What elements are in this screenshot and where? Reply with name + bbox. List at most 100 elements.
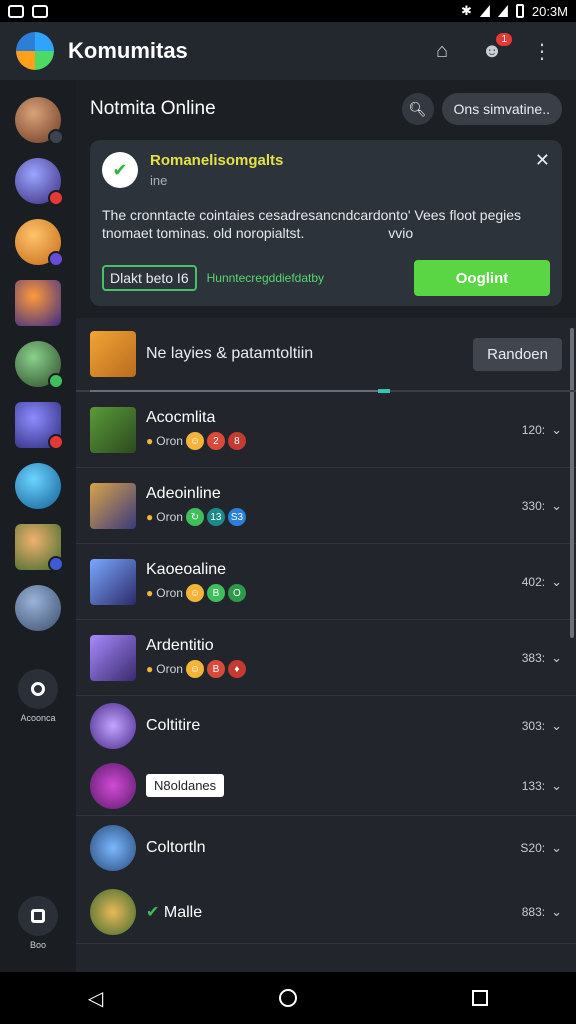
settings-caption: Boo bbox=[29, 940, 46, 950]
list-header-thumbnail bbox=[90, 331, 136, 377]
rail-avatar-7[interactable] bbox=[15, 463, 61, 509]
chevron-down-icon[interactable]: ⌄ bbox=[551, 840, 562, 856]
item-meta: ● Oron ☺ B O bbox=[146, 584, 522, 602]
list-item[interactable]: Acocmlita ● Oron ☺ 2 8 120: ⌄ bbox=[76, 392, 576, 468]
more-icon[interactable]: ⋮ bbox=[524, 33, 560, 69]
banner-body-suffix: vvio bbox=[388, 225, 414, 241]
item-badge: ☺ bbox=[185, 432, 204, 450]
item-name: Adeoinline bbox=[146, 485, 221, 502]
banner-body: The cronntacte cointaies cesadresancndca… bbox=[102, 206, 522, 242]
chevron-down-icon[interactable]: ⌄ bbox=[551, 718, 562, 734]
item-count: 303: bbox=[521, 719, 546, 733]
chevron-down-icon[interactable]: ⌄ bbox=[551, 574, 562, 590]
notification-icon bbox=[8, 4, 24, 18]
list-item[interactable]: Coltitire 303: ⌄ bbox=[76, 696, 576, 756]
app-logo bbox=[16, 32, 54, 70]
item-count: S20: bbox=[520, 841, 546, 855]
announcement-banner: ✔ Romanelisomgalts ine ✕ The cronntacte … bbox=[90, 140, 562, 306]
app-title: Komumitas bbox=[68, 38, 188, 63]
battery-icon bbox=[515, 4, 524, 18]
list-item[interactable]: Ardentitio ● Oron ☺ B ♦ 383: ⌄ bbox=[76, 620, 576, 696]
item-count: 330: bbox=[521, 498, 546, 513]
rail-bottom: Boo bbox=[18, 896, 58, 950]
list-progress bbox=[90, 389, 390, 393]
item-badge: ♦ bbox=[227, 660, 246, 678]
add-server-button[interactable] bbox=[18, 669, 58, 709]
item-tag: N8oldanes bbox=[146, 773, 225, 797]
item-badge: 13 bbox=[206, 508, 225, 526]
banner-primary-button[interactable]: Ooglint bbox=[414, 260, 550, 296]
item-avatar bbox=[90, 825, 136, 871]
item-badge: ☺ bbox=[185, 584, 204, 602]
banner-link[interactable]: Hunntecregddiefdatby bbox=[207, 271, 414, 285]
rail-avatar-1[interactable] bbox=[15, 97, 64, 145]
online-filter-button[interactable]: Ons simvatine.. bbox=[441, 93, 562, 125]
list-item[interactable]: ✔ Malle 883: ⌄ bbox=[76, 880, 576, 944]
coin-icon: ● bbox=[146, 434, 154, 448]
add-server-caption: Acoonca bbox=[20, 713, 56, 723]
item-avatar bbox=[90, 762, 136, 809]
rail-avatar-9[interactable] bbox=[15, 585, 61, 631]
item-meta: ● Oron ↻ 13 S3 bbox=[146, 508, 522, 526]
item-name: Ardentitio bbox=[146, 637, 214, 654]
home-icon[interactable]: ⌂ bbox=[424, 33, 460, 69]
rail-avatar-6[interactable] bbox=[15, 402, 64, 450]
list-header: Ne layies & patamtoltiin Randoen bbox=[76, 318, 576, 393]
close-icon[interactable]: ✕ bbox=[535, 150, 550, 171]
back-icon[interactable]: ◁ bbox=[88, 986, 103, 1011]
list-header-title: Ne layies & patamtoltiin bbox=[146, 345, 314, 362]
rail-avatar-8[interactable] bbox=[15, 524, 64, 572]
status-right: ✱ 20:3M bbox=[461, 3, 568, 19]
coin-icon: ● bbox=[146, 662, 154, 676]
list-item[interactable]: Kaoeoaline ● Oron ☺ B O 402: ⌄ bbox=[76, 544, 576, 620]
item-meta-text: Oron bbox=[156, 434, 183, 448]
wifi-icon bbox=[479, 5, 490, 17]
list-item[interactable]: Adeoinline ● Oron ↻ 13 S3 330: ⌄ bbox=[76, 468, 576, 544]
search-icon[interactable]: 🔍︎ bbox=[401, 93, 434, 125]
item-badge: ↻ bbox=[185, 508, 204, 526]
item-count: 402: bbox=[521, 574, 546, 589]
chevron-down-icon[interactable]: ⌄ bbox=[551, 778, 562, 794]
rail-avatar-5[interactable] bbox=[15, 341, 64, 389]
rail-avatar-3[interactable] bbox=[15, 219, 64, 267]
bluetooth-icon: ✱ bbox=[460, 3, 472, 18]
rail-avatar-2[interactable] bbox=[15, 158, 64, 206]
list-header-button[interactable]: Randoen bbox=[473, 337, 562, 371]
item-meta: ● Oron ☺ 2 8 bbox=[146, 432, 522, 450]
chevron-down-icon[interactable]: ⌄ bbox=[551, 422, 562, 438]
item-meta-text: Oron bbox=[156, 510, 183, 524]
chevron-down-icon[interactable]: ⌄ bbox=[551, 498, 562, 514]
banner-header: ✔ Romanelisomgalts ine bbox=[102, 152, 550, 188]
member-list: Ne layies & patamtoltiin Randoen Acocmli… bbox=[76, 318, 576, 978]
list-item[interactable]: Coltortln S20: ⌄ bbox=[76, 816, 576, 880]
item-name: Coltortln bbox=[146, 839, 206, 856]
app-bar: Komumitas ⌂ ☻ 1 ⋮ bbox=[0, 22, 576, 80]
banner-body-text: The cronntacte cointaies cesadresancndca… bbox=[102, 207, 522, 241]
check-icon: ✔ bbox=[102, 152, 138, 188]
server-rail: Acoonca Boo bbox=[0, 80, 76, 972]
system-nav-bar: ◁ bbox=[0, 972, 576, 1024]
item-meta-text: Oron bbox=[156, 586, 183, 600]
item-name-text: Malle bbox=[163, 903, 203, 921]
list-item[interactable]: N8oldanes 133: ⌄ bbox=[76, 756, 576, 816]
item-badge: O bbox=[227, 584, 246, 602]
main-panel: Notmita Online 🔍︎ Ons simvatine.. ✔ Roma… bbox=[76, 80, 576, 978]
item-name: Acocmlita bbox=[146, 409, 216, 426]
gallery-icon bbox=[32, 4, 48, 18]
item-badge: S3 bbox=[227, 508, 246, 526]
profile-icon[interactable]: ☻ 1 bbox=[474, 33, 512, 69]
item-avatar bbox=[90, 406, 136, 453]
status-left-icons bbox=[8, 4, 48, 18]
rail-avatar-4[interactable] bbox=[15, 280, 61, 326]
item-name: ✔ Malle bbox=[146, 902, 522, 922]
item-avatar bbox=[90, 482, 136, 529]
item-badge: B bbox=[206, 584, 225, 602]
item-name: Kaoeoaline bbox=[146, 561, 227, 578]
chevron-down-icon[interactable]: ⌄ bbox=[551, 650, 562, 666]
home-nav-icon[interactable] bbox=[278, 989, 297, 1007]
item-avatar bbox=[90, 634, 136, 681]
banner-outline-button[interactable]: Dlakt beto I6 bbox=[102, 265, 197, 291]
recents-icon[interactable] bbox=[472, 990, 489, 1006]
chevron-down-icon[interactable]: ⌄ bbox=[551, 904, 562, 920]
settings-button[interactable] bbox=[18, 896, 58, 936]
